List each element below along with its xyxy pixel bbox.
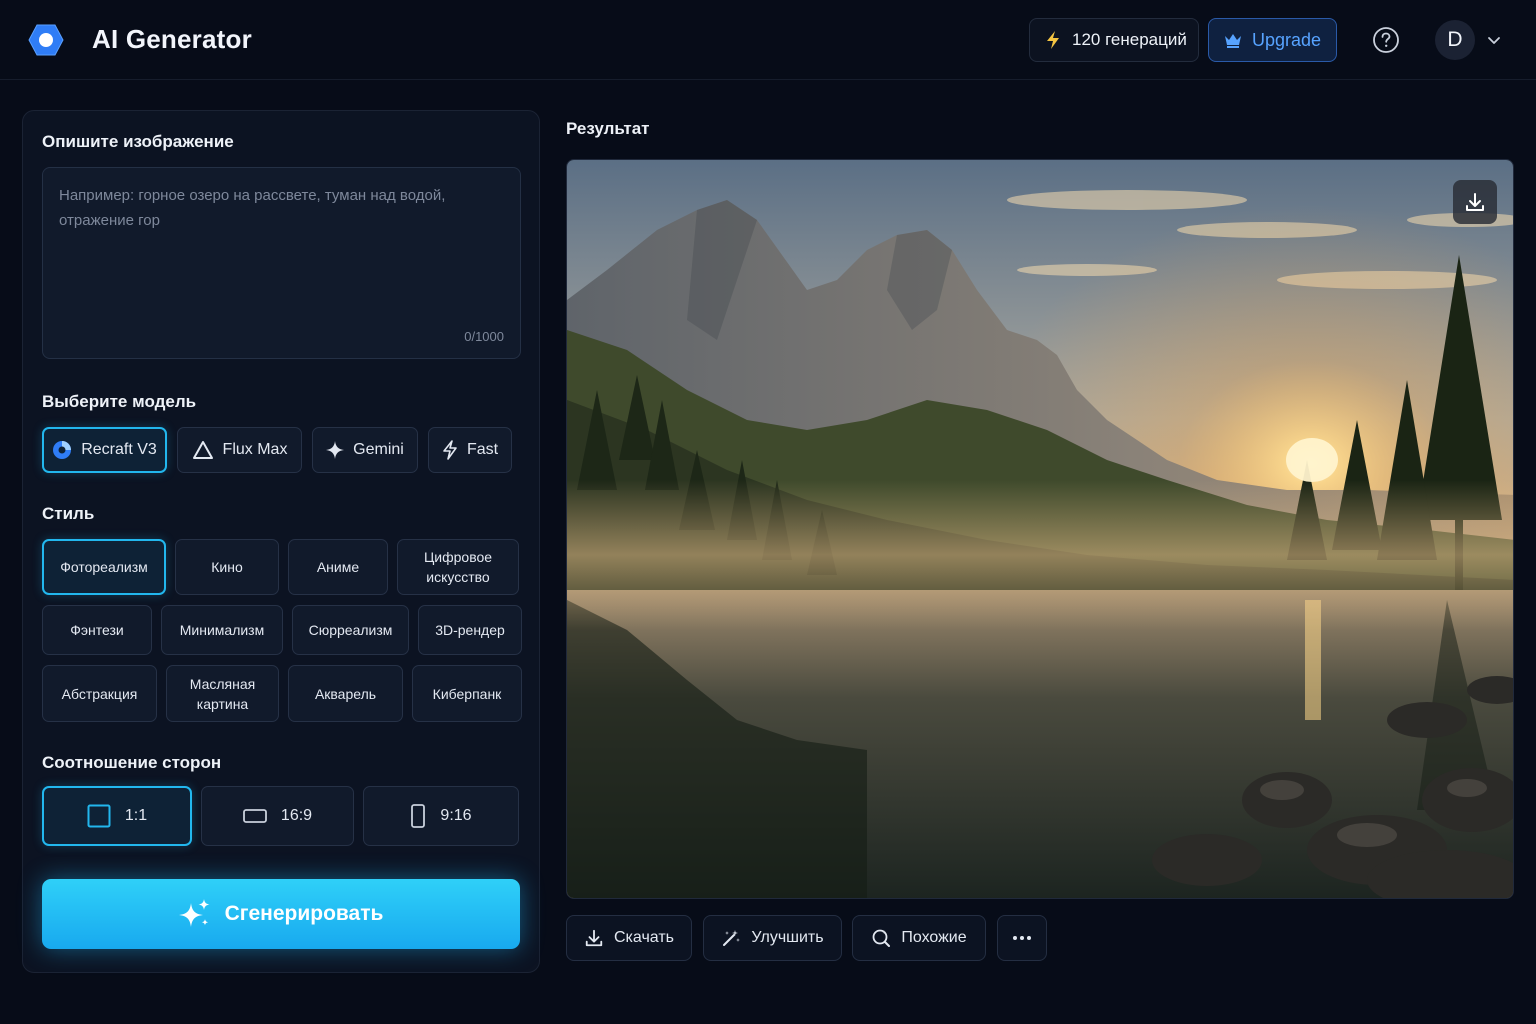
download-icon <box>1466 193 1484 211</box>
style-option-label: Кино <box>211 559 243 575</box>
result-image[interactable] <box>566 159 1514 899</box>
style-option-label: Фэнтези <box>70 622 124 638</box>
triangle-icon <box>192 441 213 459</box>
help-icon[interactable] <box>1372 26 1400 54</box>
aspect-option-label: 9:16 <box>440 807 472 824</box>
enhance-button[interactable]: Улучшить <box>703 915 842 961</box>
enhance-label: Улучшить <box>751 929 824 946</box>
aspect-option-label: 1:1 <box>124 807 148 824</box>
magic-wand-icon <box>723 930 741 946</box>
style-option-cyberpunk[interactable]: Киберпанк <box>412 665 522 722</box>
portrait-rect-icon <box>411 804 426 828</box>
app-header: AI Generator 120 генераций Upgrade D <box>0 0 1536 80</box>
model-option-gemini[interactable]: Gemini <box>312 427 418 473</box>
style-option-label: Аниме <box>316 559 360 575</box>
model-option-label: Fast <box>466 441 499 458</box>
style-option-minimalism[interactable]: Минимализм <box>161 605 283 655</box>
style-option-label: Акварель <box>314 685 377 702</box>
style-option-label: 3D-рендер <box>435 622 505 638</box>
prompt-field[interactable]: 0/1000 <box>42 167 521 359</box>
model-option-label: Gemini <box>353 441 404 458</box>
style-option-oil-painting[interactable]: Масляная картина <box>166 665 279 722</box>
character-counter: 0/1000 <box>464 329 504 344</box>
style-option-abstraction[interactable]: Абстракция <box>42 665 157 722</box>
style-option-label: Цифровое искусство <box>423 549 493 585</box>
aspect-option-9-16[interactable]: 9:16 <box>363 786 519 846</box>
generate-button[interactable]: Сгенерировать <box>42 879 520 949</box>
download-label: Скачать <box>614 929 674 946</box>
sparkle-icon <box>326 441 345 459</box>
style-option-label: Абстракция <box>61 685 138 702</box>
style-option-surrealism[interactable]: Сюрреализм <box>292 605 409 655</box>
square-icon <box>87 804 111 828</box>
recraft-icon <box>53 441 72 459</box>
model-title: Выберите модель <box>42 392 197 411</box>
more-options-button[interactable] <box>997 915 1047 961</box>
crown-icon <box>1225 34 1241 48</box>
aspect-option-label: 16:9 <box>280 807 313 824</box>
download-icon <box>585 929 603 947</box>
sparkles-icon <box>178 899 210 927</box>
style-option-digital-art[interactable]: Цифровое искусство <box>397 539 519 595</box>
lightning-icon <box>443 440 457 460</box>
similar-button[interactable]: Похожие <box>852 915 986 961</box>
style-option-fantasy[interactable]: Фэнтези <box>42 605 152 655</box>
chevron-down-icon[interactable] <box>1486 32 1502 48</box>
style-option-label: Масляная картина <box>189 675 256 712</box>
style-option-label: Киберпанк <box>432 685 502 702</box>
style-option-photorealism[interactable]: Фотореализм <box>42 539 166 595</box>
lightning-icon <box>1047 31 1059 49</box>
credits-label: 120 генераций <box>1072 30 1187 49</box>
generate-label: Сгенерировать <box>224 902 384 925</box>
generated-landscape-image <box>567 160 1513 898</box>
app-title: AI Generator <box>92 24 252 54</box>
avatar[interactable]: D <box>1435 20 1475 60</box>
aspect-title: Соотношение сторон <box>42 753 222 772</box>
credits-badge[interactable]: 120 генераций <box>1029 18 1199 62</box>
style-option-label: Минимализм <box>179 622 265 638</box>
style-option-label: Фотореализм <box>60 559 148 575</box>
download-button[interactable]: Скачать <box>566 915 692 961</box>
model-option-fast[interactable]: Fast <box>428 427 512 473</box>
similar-label: Похожие <box>901 929 967 946</box>
model-option-recraft-v3[interactable]: Recraft V3 <box>42 427 167 473</box>
more-icon <box>1013 936 1031 940</box>
prompt-input[interactable] <box>43 168 520 358</box>
style-title: Стиль <box>42 504 95 523</box>
aspect-option-16-9[interactable]: 16:9 <box>201 786 354 846</box>
upgrade-button[interactable]: Upgrade <box>1208 18 1337 62</box>
similar-search-icon <box>872 929 891 947</box>
style-option-label: Сюрреализм <box>308 622 393 638</box>
style-option-anime[interactable]: Аниме <box>288 539 388 595</box>
upgrade-label: Upgrade <box>1252 29 1322 50</box>
prompt-title: Опишите изображение <box>42 132 234 151</box>
style-option-3d-render[interactable]: 3D-рендер <box>418 605 522 655</box>
landscape-rect-icon <box>243 809 267 823</box>
result-title: Результат <box>566 119 650 138</box>
style-option-cinema[interactable]: Кино <box>175 539 279 595</box>
model-option-flux-max[interactable]: Flux Max <box>177 427 302 473</box>
model-option-label: Flux Max <box>222 441 288 458</box>
model-option-label: Recraft V3 <box>81 441 157 458</box>
style-option-watercolor[interactable]: Акварель <box>288 665 403 722</box>
image-download-button[interactable] <box>1453 180 1497 224</box>
hexagon-logo-icon[interactable] <box>28 24 64 56</box>
aspect-option-1-1[interactable]: 1:1 <box>42 786 192 846</box>
